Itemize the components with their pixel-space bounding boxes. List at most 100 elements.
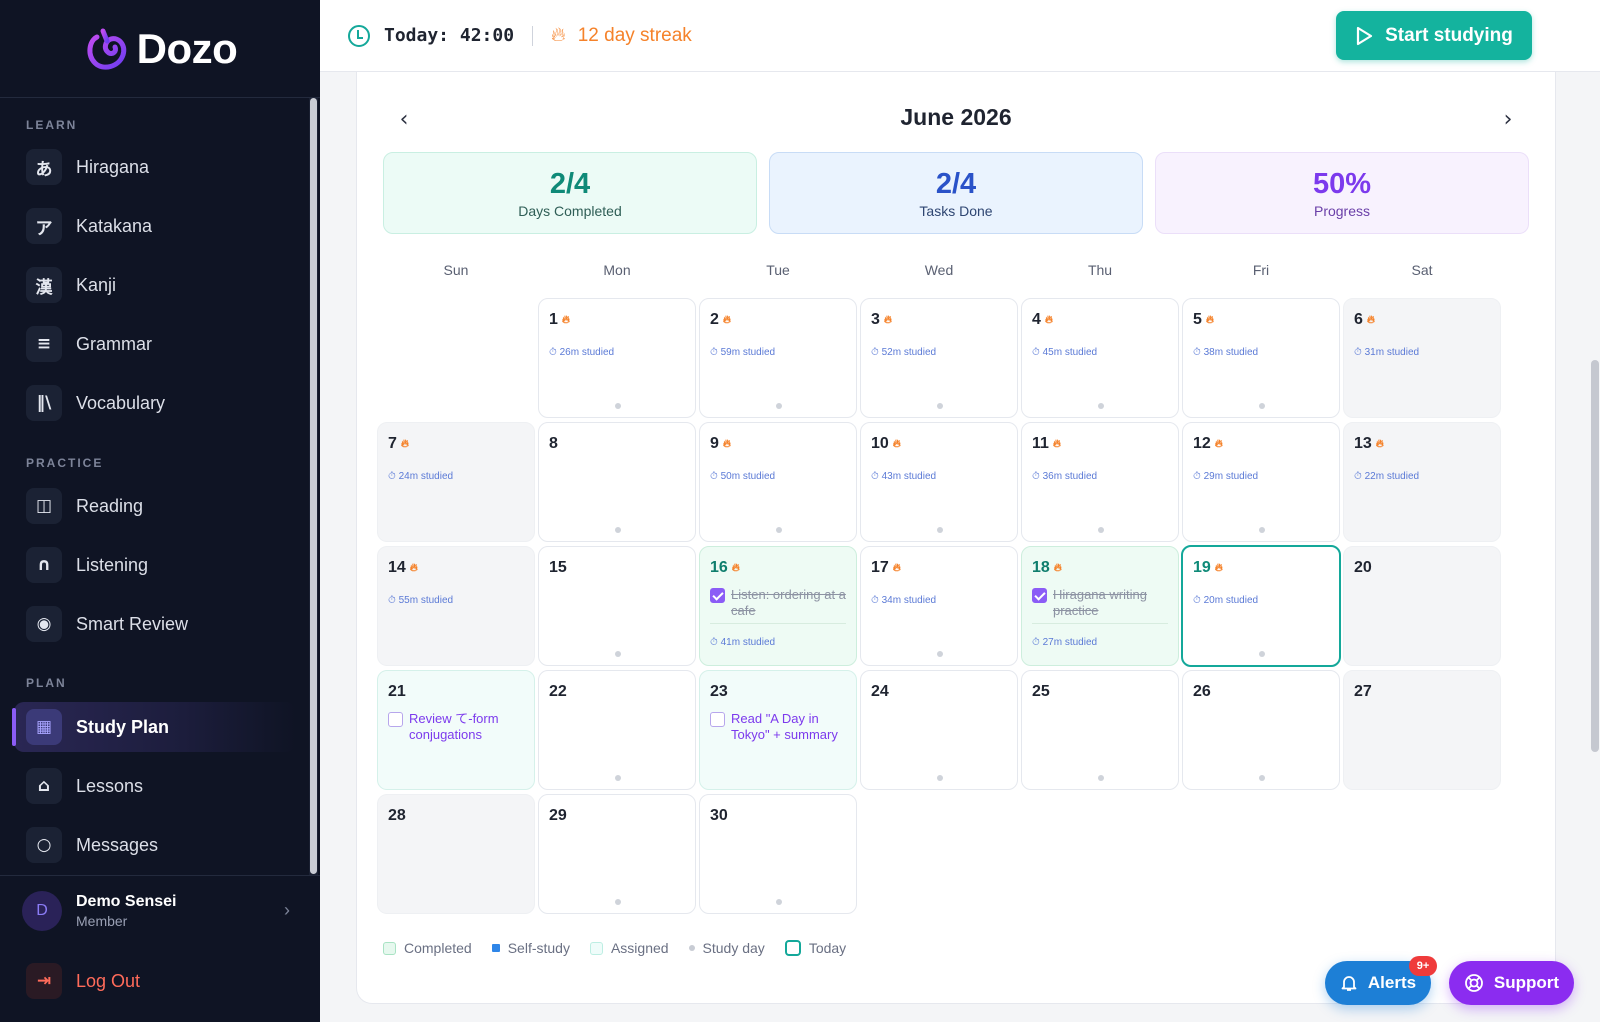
task-item[interactable]: Hiragana writing practice	[1032, 587, 1170, 619]
day-number-text: 25	[1032, 683, 1050, 700]
day-number: 17 🔥︎	[871, 559, 901, 577]
lifebuoy-icon	[1465, 974, 1483, 992]
day-number: 2 🔥︎	[710, 311, 731, 329]
calendar-day-cell[interactable]: 1 🔥︎ ⏱ 26m studied	[538, 298, 696, 418]
calendar-day-cell[interactable]: 22	[538, 670, 696, 790]
calendar-day-cell[interactable]: 26	[1182, 670, 1340, 790]
stat-value: 50%	[1312, 167, 1372, 200]
stopwatch-icon: ⏱	[1354, 347, 1365, 358]
sidebar-item-lessons[interactable]: ⌂ Lessons	[14, 761, 296, 811]
day-number: 6 🔥︎	[1354, 311, 1375, 329]
brand[interactable]: Dozo	[0, 0, 320, 98]
sidebar-item-kanji[interactable]: 漢 Kanji	[14, 260, 296, 310]
sidebar-item-smart-review[interactable]: ◉ Smart Review	[14, 599, 296, 649]
stopwatch-icon: ⏱	[871, 471, 882, 482]
calendar-day-cell[interactable]: 5 🔥︎ ⏱ 38m studied	[1182, 298, 1340, 418]
day-number: 7 🔥︎	[388, 435, 409, 453]
sidebar-scrollbar-thumb[interactable]	[310, 98, 317, 874]
study-day-dot	[615, 775, 621, 781]
calendar-day-cell[interactable]: 23 Read "A Day in Tokyo" + summary	[699, 670, 857, 790]
streak-flame-icon: 🔥︎	[1214, 561, 1223, 574]
day-number: 25	[1032, 683, 1050, 701]
task-checkbox[interactable]	[710, 588, 725, 603]
calendar-day-cell[interactable]: 20	[1343, 546, 1501, 666]
stat-label: Days Completed	[518, 202, 622, 219]
calendar-day-cell[interactable]: 25	[1021, 670, 1179, 790]
sidebar-item-label: Vocabulary	[76, 392, 166, 413]
calendar-day-cell[interactable]: 29	[538, 794, 696, 914]
user-profile[interactable]: D Demo Sensei Member ›	[0, 875, 320, 945]
logout-button[interactable]: ⇥ Log Out	[14, 958, 296, 1004]
studied-duration: ⏱ 26m studied	[549, 347, 614, 358]
legend-swatch	[589, 941, 603, 955]
sidebar-item-listening[interactable]: ∩ Listening	[14, 540, 296, 590]
studied-text: 59m studied	[720, 347, 776, 358]
sidebar-item-vocabulary[interactable]: ‖\ Vocabulary	[14, 378, 296, 428]
legend-swatch	[491, 944, 500, 952]
calendar-day-cell[interactable]: 8	[538, 422, 696, 542]
month-title: June 2026	[900, 104, 1012, 130]
calendar-day-cell[interactable]: 3 🔥︎ ⏱ 52m studied	[860, 298, 1018, 418]
start-studying-button[interactable]: Start studying	[1336, 11, 1532, 60]
calendar-day-cell[interactable]: 9 🔥︎ ⏱ 50m studied	[699, 422, 857, 542]
calendar-day-cell[interactable]: 13 🔥︎ ⏱ 22m studied	[1343, 422, 1501, 542]
calendar-day-cell[interactable]: 2 🔥︎ ⏱ 59m studied	[699, 298, 857, 418]
studied-duration: ⏱ 43m studied	[871, 471, 936, 482]
calendar-day-cell[interactable]: 21 Review て-form conjugations	[377, 670, 535, 790]
sidebar-item-katakana[interactable]: ア Katakana	[14, 201, 296, 251]
sidebar-item-hiragana[interactable]: あ Hiragana	[14, 142, 296, 192]
calendar-day-cell[interactable]: 6 🔥︎ ⏱ 31m studied	[1343, 298, 1501, 418]
stopwatch-icon: ⏱	[710, 637, 721, 648]
streak-flame-icon: 🔥︎	[1214, 437, 1223, 450]
calendar-day-cell[interactable]: 10 🔥︎ ⏱ 43m studied	[860, 422, 1018, 542]
sidebar-item-reading[interactable]: ◫ Reading	[14, 481, 296, 531]
calendar-day-cell[interactable]: 27	[1343, 670, 1501, 790]
task-item[interactable]: Read "A Day in Tokyo" + summary	[710, 711, 848, 743]
sidebar-item-grammar[interactable]: ≡ Grammar	[14, 319, 296, 369]
section-title-learn: LEARN	[26, 118, 78, 132]
bell-icon	[1341, 976, 1357, 991]
study-day-dot	[1259, 527, 1265, 533]
day-number: 11 🔥︎	[1032, 435, 1061, 453]
calendar-day-cell[interactable]: 15	[538, 546, 696, 666]
day-number: 12 🔥︎	[1193, 435, 1223, 453]
support-button[interactable]: Support	[1449, 961, 1574, 1005]
sidebar-item-study-plan[interactable]: ▦ Study Plan	[12, 702, 296, 752]
stat-days-completed: 2/4 Days Completed	[383, 152, 757, 234]
task-checkbox[interactable]	[710, 712, 725, 727]
calendar-day-cell[interactable]: 19 🔥︎ ⏱ 20m studied	[1181, 545, 1341, 667]
page-scrollbar-thumb[interactable]	[1591, 360, 1599, 752]
calendar-day-cell[interactable]: 18 🔥︎ Hiragana writing practice ⏱ 27m studi…	[1021, 546, 1179, 666]
stopwatch-icon: ⏱	[710, 347, 721, 358]
calendar-day-cell[interactable]: 7 🔥︎ ⏱ 24m studied	[377, 422, 535, 542]
studied-duration: ⏱ 38m studied	[1193, 347, 1258, 358]
task-checkbox[interactable]	[1032, 588, 1047, 603]
chat-bubble-icon: ○	[26, 827, 62, 863]
task-item[interactable]: Listen: ordering at a cafe	[710, 587, 848, 619]
calendar-day-cell[interactable]: 16 🔥︎ Listen: ordering at a cafe ⏱ 41m stud…	[699, 546, 857, 666]
stat-label: Tasks Done	[919, 202, 993, 219]
day-number: 4 🔥︎	[1032, 311, 1053, 329]
calendar-day-cell[interactable]: 17 🔥︎ ⏱ 34m studied	[860, 546, 1018, 666]
day-number-text: 13	[1354, 435, 1372, 452]
calendar-day-cell[interactable]: 28	[377, 794, 535, 914]
streak-flame-icon: 🔥︎	[561, 313, 570, 326]
calendar-day-cell[interactable]: 14 🔥︎ ⏱ 55m studied	[377, 546, 535, 666]
streak-flame-icon: 🔥︎	[892, 437, 901, 450]
day-number-text: 10	[871, 435, 889, 452]
task-divider	[710, 623, 846, 624]
calendar-day-cell[interactable]: 30	[699, 794, 857, 914]
next-month-button[interactable]: ›	[1493, 104, 1523, 134]
calendar-day-cell[interactable]: 11 🔥︎ ⏱ 36m studied	[1021, 422, 1179, 542]
task-item[interactable]: Review て-form conjugations	[388, 711, 526, 743]
day-number: 27	[1354, 683, 1372, 701]
task-checkbox[interactable]	[388, 712, 403, 727]
sidebar-item-messages[interactable]: ○ Messages	[14, 820, 296, 870]
calendar-day-cell[interactable]: 4 🔥︎ ⏱ 45m studied	[1021, 298, 1179, 418]
studied-duration: ⏱ 52m studied	[871, 347, 936, 358]
task-label: Read "A Day in Tokyo" + summary	[731, 711, 838, 742]
calendar-day-cell[interactable]: 12 🔥︎ ⏱ 29m studied	[1182, 422, 1340, 542]
stopwatch-icon: ⏱	[388, 471, 399, 482]
calendar-day-cell[interactable]: 24	[860, 670, 1018, 790]
day-number: 14 🔥︎	[388, 559, 418, 577]
